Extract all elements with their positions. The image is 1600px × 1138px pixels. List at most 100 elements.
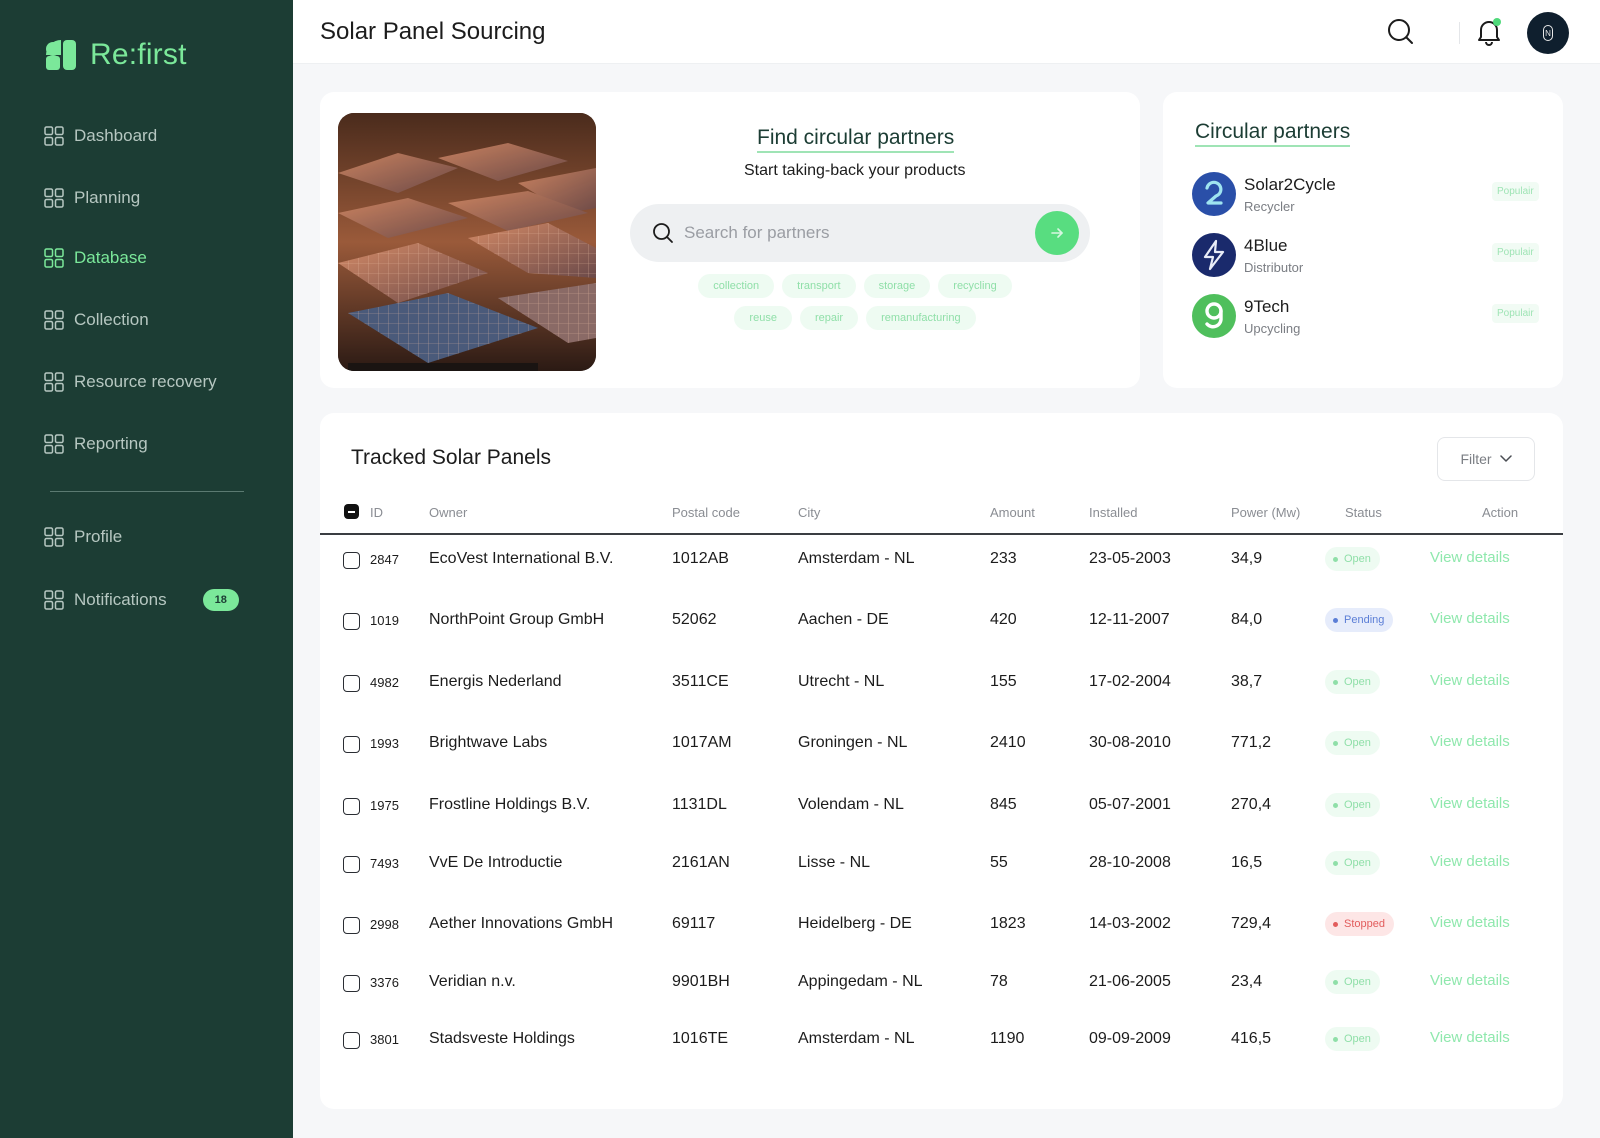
chip-repair[interactable]: repair — [799, 306, 859, 330]
view-details-link[interactable]: View details — [1430, 672, 1510, 689]
user-avatar[interactable]: N — [1527, 12, 1569, 54]
cell-city: Volendam - NL — [798, 796, 904, 813]
view-details-link[interactable]: View details — [1430, 549, 1510, 566]
partner-role: Distributor — [1244, 260, 1304, 275]
sidebar-item-database[interactable]: Database — [44, 248, 147, 268]
sidebar-item-collection[interactable]: Collection — [44, 310, 149, 330]
cell-id: 7493 — [370, 856, 399, 871]
partner-name: 9Tech — [1244, 297, 1290, 316]
sidebar-item-resource-recovery[interactable]: Resource recovery — [44, 372, 217, 392]
partner-item-9tech[interactable]: 9Tech Upcycling Populair — [1192, 294, 1539, 344]
status-badge: Open — [1325, 793, 1380, 817]
sidebar-item-notifications[interactable]: Notifications 18 — [44, 589, 239, 611]
top-bar: Solar Panel Sourcing N — [293, 0, 1600, 64]
status-badge: Open — [1325, 1027, 1380, 1051]
cell-owner: Brightwave Labs — [429, 734, 548, 751]
row-checkbox[interactable] — [343, 1032, 360, 1049]
cell-id: 2998 — [370, 917, 399, 932]
column-header-amount: Amount — [990, 505, 1035, 520]
table-row: 1993 Brightwave Labs 1017AM Groningen - NL 2… — [320, 719, 1563, 769]
status-dot-icon — [1333, 617, 1338, 623]
view-details-link[interactable]: View details — [1430, 733, 1510, 750]
grid-icon — [44, 248, 64, 268]
cell-postal: 1016TE — [672, 1030, 729, 1047]
view-details-link[interactable]: View details — [1430, 795, 1510, 812]
partner-item-solar2cycle[interactable]: Solar2Cycle Recycler Populair — [1192, 172, 1539, 222]
partner-search-input[interactable] — [684, 220, 1004, 246]
grid-icon — [44, 310, 64, 330]
partner-name: 4Blue — [1244, 236, 1288, 255]
sidebar-item-dashboard[interactable]: Dashboard — [44, 126, 157, 146]
chip-collection[interactable]: collection — [698, 274, 775, 298]
service-chips-row-1: collection transport storage recycling — [650, 274, 1060, 298]
cell-amount: 78 — [990, 973, 1008, 990]
sidebar-item-label: Resource recovery — [74, 372, 217, 391]
cell-installed: 12-11-2007 — [1089, 611, 1170, 628]
grid-icon — [44, 188, 64, 208]
view-details-link[interactable]: View details — [1430, 972, 1510, 989]
cell-id: 2847 — [370, 552, 399, 567]
cell-owner: Stadsveste Holdings — [429, 1030, 575, 1047]
cell-installed: 23-05-2003 — [1089, 550, 1171, 567]
select-all-checkbox[interactable] — [344, 504, 359, 519]
partner-name: Solar2Cycle — [1244, 175, 1336, 194]
chip-storage[interactable]: storage — [863, 274, 931, 298]
status-dot-icon — [1333, 802, 1338, 808]
cell-amount: 233 — [990, 550, 1017, 567]
search-submit-button[interactable] — [1035, 211, 1079, 255]
column-header-owner: Owner — [429, 505, 468, 520]
status-badge: Open — [1325, 547, 1380, 571]
row-checkbox[interactable] — [343, 917, 360, 934]
cell-id: 4982 — [370, 675, 399, 690]
status-badge: Pending — [1325, 608, 1394, 632]
sidebar-item-reporting[interactable]: Reporting — [44, 434, 148, 454]
cell-city: Groningen - NL — [798, 734, 908, 751]
brand-logo[interactable]: Re:first — [44, 38, 187, 72]
sidebar-item-label: Planning — [74, 188, 141, 207]
sidebar-item-planning[interactable]: Planning — [44, 188, 140, 208]
chip-remanufacturing[interactable]: remanufacturing — [866, 306, 976, 330]
arrow-right-icon — [1051, 228, 1063, 238]
row-checkbox[interactable] — [343, 856, 360, 873]
chip-recycling[interactable]: recycling — [938, 274, 1012, 298]
cell-owner: Energis Nederland — [429, 673, 562, 690]
chip-reuse[interactable]: reuse — [734, 306, 792, 330]
grid-icon — [44, 590, 64, 610]
chip-transport[interactable]: transport — [782, 274, 856, 298]
view-details-link[interactable]: View details — [1430, 914, 1510, 931]
cell-owner: Veridian n.v. — [429, 973, 516, 990]
cell-city: Heidelberg - DE — [798, 915, 912, 932]
status-badge: Open — [1325, 670, 1380, 694]
row-checkbox[interactable] — [343, 975, 360, 992]
table-row: 1975 Frostline Holdings B.V. 1131DL Volenda… — [320, 781, 1563, 831]
filter-button[interactable]: Filter — [1437, 437, 1535, 481]
partner-logo — [1192, 172, 1236, 216]
view-details-link[interactable]: View details — [1430, 853, 1510, 870]
cell-power: 34,9 — [1231, 550, 1263, 567]
row-checkbox[interactable] — [343, 552, 360, 569]
bolt-icon — [1203, 239, 1225, 271]
cell-city: Lisse - NL — [798, 854, 871, 871]
search-icon[interactable] — [1387, 18, 1415, 46]
row-checkbox[interactable] — [343, 613, 360, 630]
cell-installed: 09-09-2009 — [1089, 1030, 1171, 1047]
view-details-link[interactable]: View details — [1430, 1029, 1510, 1046]
cell-postal: 3511CE — [672, 673, 729, 690]
popular-badge: Populair — [1492, 182, 1539, 201]
find-partners-card: Find circular partners Start taking-back… — [320, 92, 1140, 388]
search-icon — [653, 223, 673, 243]
cell-installed: 21-06-2005 — [1089, 973, 1171, 990]
table-row: 2847 EcoVest International B.V. 1012AB Amst… — [320, 535, 1563, 585]
status-dot-icon — [1333, 1036, 1338, 1042]
row-checkbox[interactable] — [343, 675, 360, 692]
partner-item-4blue[interactable]: 4Blue Distributor Populair — [1192, 233, 1539, 283]
status-label: Open — [1344, 1033, 1371, 1045]
row-checkbox[interactable] — [343, 798, 360, 815]
row-checkbox[interactable] — [343, 736, 360, 753]
sidebar-item-profile[interactable]: Profile — [44, 527, 122, 547]
table-row: 4982 Energis Nederland 3511CE Utrecht - NL 1… — [320, 658, 1563, 708]
sidebar-item-label: Notifications — [74, 590, 167, 609]
status-badge: Open — [1325, 970, 1380, 994]
view-details-link[interactable]: View details — [1430, 610, 1510, 627]
sidebar-item-label: Database — [74, 248, 147, 267]
